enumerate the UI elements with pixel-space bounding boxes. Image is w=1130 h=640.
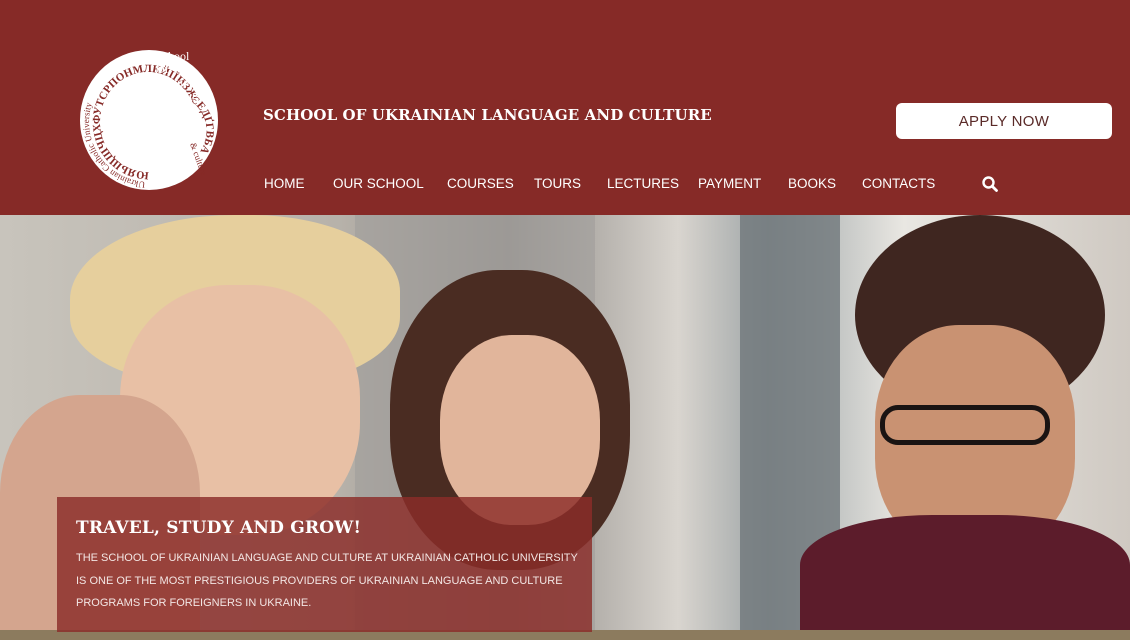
hero-glasses	[880, 405, 1050, 445]
hero-title: TRAVEL, STUDY AND GROW!	[76, 518, 362, 538]
search-icon[interactable]	[981, 175, 999, 193]
school-logo[interactable]: Ukrainian Catholic University ЮЯЬЩШЧЦХФУ…	[74, 44, 224, 196]
hero-text-line: THE SCHOOL OF UKRAINIAN LANGUAGE AND CUL…	[76, 552, 578, 564]
logo-wordmark: School Of Ukrainian Language	[156, 50, 204, 102]
nav-item-courses[interactable]: COURSES	[447, 176, 514, 191]
site-header: Ukrainian Catholic University ЮЯЬЩШЧЦХФУ…	[0, 0, 1130, 215]
nav-item-tours[interactable]: TOURS	[534, 176, 581, 191]
nav-item-our-school[interactable]: OUR SCHOOL	[333, 176, 424, 191]
nav-item-contacts[interactable]: CONTACTS	[862, 176, 935, 191]
hero-text-line: PROGRAMS FOR FOREIGNERS IN UKRAINE.	[76, 597, 312, 609]
logo-line: Language	[156, 88, 204, 102]
nav-item-books[interactable]: BOOKS	[788, 176, 836, 191]
hero-text-line: IS ONE OF THE MOST PRESTIGIOUS PROVIDERS…	[76, 574, 563, 587]
nav-item-payment[interactable]: PAYMENT	[698, 176, 761, 191]
nav-item-lectures[interactable]: LECTURES	[607, 176, 679, 191]
hero-description: THE SCHOOL OF UKRAINIAN LANGUAGE AND CUL…	[76, 547, 581, 615]
nav-item-home[interactable]: HOME	[264, 176, 305, 191]
apply-now-button[interactable]: APPLY NOW	[896, 103, 1112, 139]
hero-person-shirt-3	[800, 515, 1130, 640]
hero-caption-box: TRAVEL, STUDY AND GROW! THE SCHOOL OF UK…	[57, 497, 592, 632]
site-title: SCHOOL OF UKRAINIAN LANGUAGE AND CULTURE	[263, 106, 712, 124]
